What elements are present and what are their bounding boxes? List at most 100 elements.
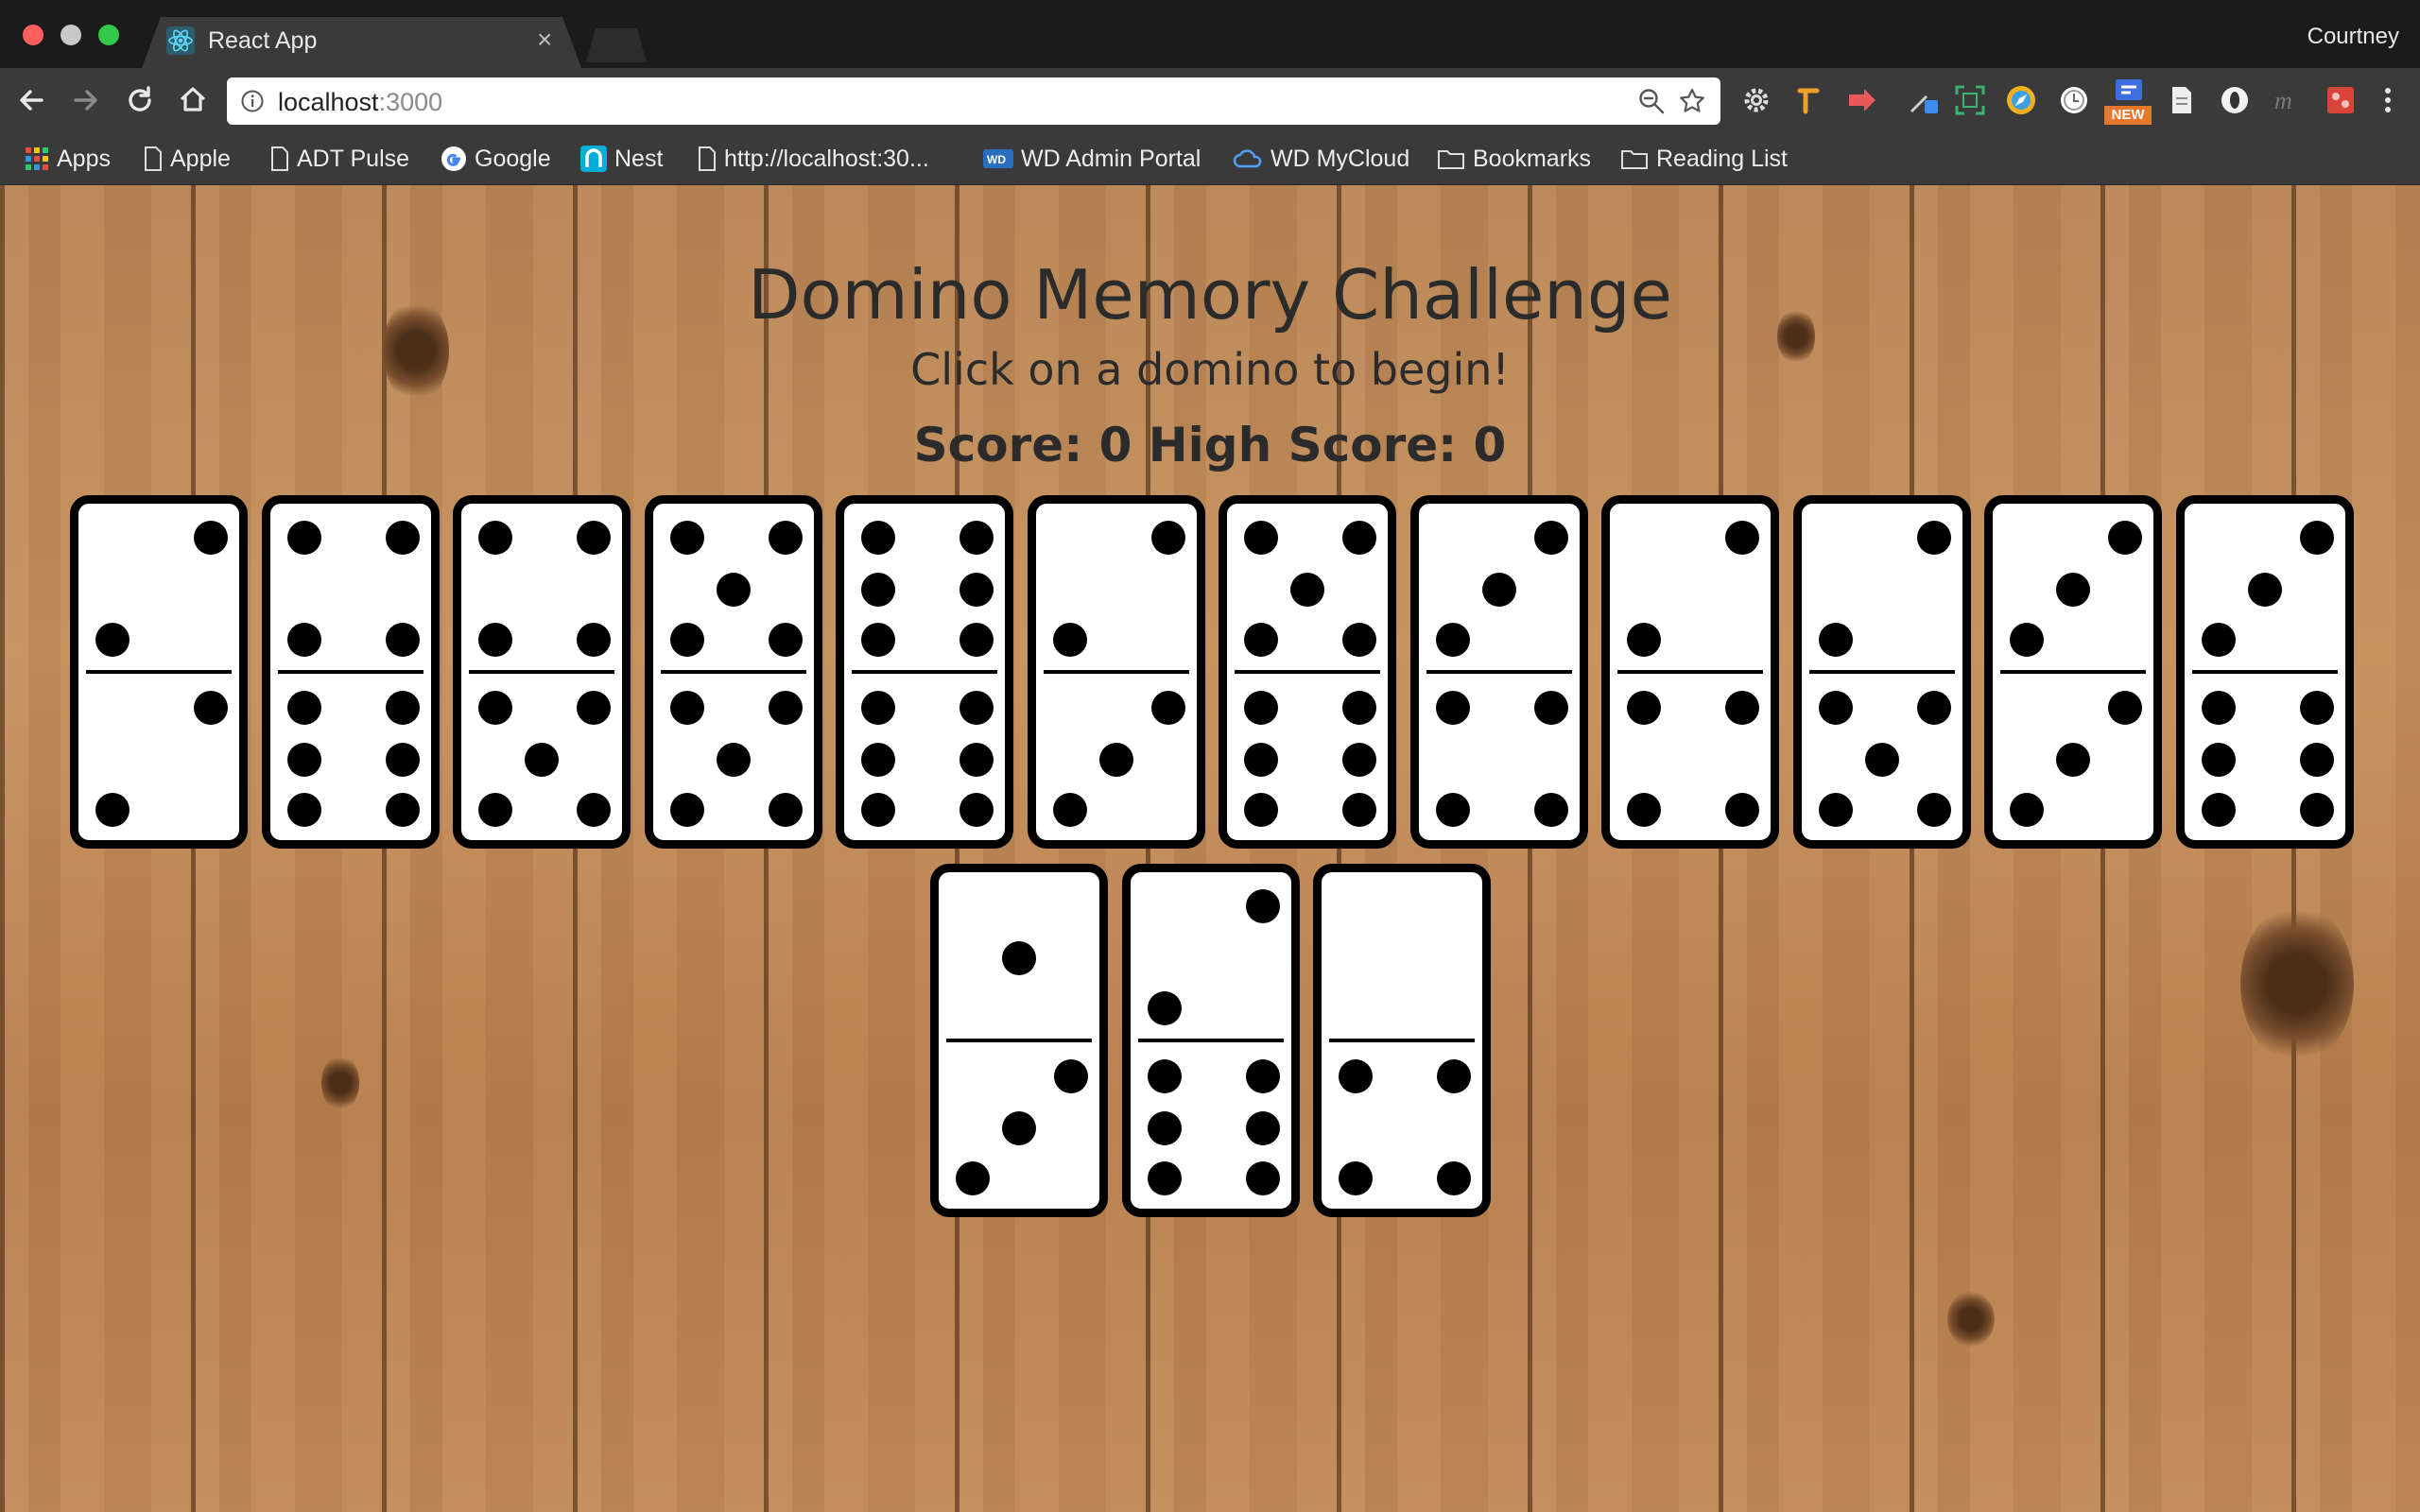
compass-extension-icon[interactable] [2004,83,2038,117]
domino-divider [1138,1039,1284,1042]
domino-pip-bottom [1246,1111,1280,1145]
bookmark-label: Bookmarks [1473,145,1592,172]
domino-pip-top [670,521,704,555]
domino-tile[interactable] [645,495,822,849]
domino-pip-bottom [670,691,704,725]
domino-pip-top [2202,623,2236,657]
bookmark-adt-pulse[interactable]: ADT Pulse [270,142,409,176]
domino-pip-top [1151,521,1185,555]
zoom-out-icon[interactable] [1637,87,1666,115]
url-text[interactable]: localhost:3000 [278,88,442,117]
domino-pip-bottom [1099,743,1133,777]
note-extension-icon[interactable] [2165,83,2199,117]
bookmark-wd-mycloud[interactable]: WD MyCloud [1233,142,1409,176]
eyedropper-extension-icon[interactable] [1906,83,1940,117]
domino-pip-bottom [1819,691,1853,725]
domino-pip-bottom [1342,743,1376,777]
domino-pip-bottom [956,1161,990,1195]
domino-tile[interactable] [1313,864,1491,1217]
domino-pip-top [1917,521,1951,555]
bookmark-nest[interactable]: Nest [580,142,663,176]
domino-tile[interactable] [453,495,631,849]
domino-pip-top [1002,941,1036,975]
domino-pip-bottom [769,793,803,827]
domino-tile[interactable] [1122,864,1300,1217]
tab-close-icon[interactable]: × [537,25,552,55]
domino-pip-top [287,623,321,657]
browser-tab[interactable]: React App × [142,17,581,68]
domino-divider [278,670,424,674]
domino-pip-top [1534,521,1568,555]
hammer-extension-icon[interactable] [1792,83,1826,117]
domino-pip-bottom [1437,1059,1471,1093]
gear-extension-icon[interactable] [1739,83,1773,117]
wood-knot [2240,903,2354,1064]
domino-pip-bottom [1148,1111,1182,1145]
domino-pip-bottom [1865,743,1899,777]
domino-tile[interactable] [836,495,1013,849]
clock-extension-icon[interactable] [2057,83,2091,117]
back-icon[interactable] [13,81,51,119]
instruction-text: Click on a domino to begin! [910,344,1510,395]
screenshot-extension-icon[interactable] [1953,83,1987,117]
domino-pip-bottom [1002,1111,1036,1145]
reload-icon[interactable] [121,81,159,119]
domino-tile[interactable] [1410,495,1588,849]
domino-tile[interactable] [1984,495,2162,849]
domino-tile[interactable] [1793,495,1971,849]
bookmark-apps[interactable]: Apps [25,142,111,176]
domino-tile[interactable] [930,864,1108,1217]
address-bar[interactable]: localhost:3000 [227,77,1720,125]
home-icon[interactable] [174,81,212,119]
domino-pip-bottom [2300,691,2334,725]
bookmark-folder-bookmarks[interactable]: Bookmarks [1437,142,1591,176]
domino-pip-top [194,521,228,555]
menu-kebab-icon[interactable] [2371,83,2405,117]
bookmark-folder-reading-list[interactable]: Reading List [1620,142,1788,176]
forward-icon[interactable] [66,81,104,119]
domino-pip-top [1053,623,1087,657]
circle-extension-icon[interactable] [2218,83,2252,117]
domino-divider [2192,670,2338,674]
domino-pip-top [1819,623,1853,657]
score-display: Score: 0 High Score: 0 [913,418,1507,472]
domino-pip-bottom [2056,743,2090,777]
domino-tile[interactable] [1219,495,1396,849]
domino-pip-bottom [1534,793,1568,827]
m-extension-icon[interactable]: m [2271,83,2305,117]
domino-pip-bottom [717,743,751,777]
arrow-extension-icon[interactable] [1845,83,1879,117]
bookmark-apple[interactable]: Apple [144,142,231,176]
domino-pip-top [670,623,704,657]
domino-face [86,521,232,827]
domino-pip-top [1244,521,1278,555]
zoom-window-button[interactable] [98,25,119,45]
bookmark-google[interactable]: Google [441,142,551,176]
domino-pip-top [1148,991,1182,1025]
domino-tile[interactable] [262,495,440,849]
info-icon[interactable] [240,89,265,113]
domino-pip-bottom [525,743,559,777]
folder-icon [1438,150,1464,169]
domino-pip-top [2010,623,2044,657]
domino-pip-bottom [1342,691,1376,725]
domino-tile[interactable] [1028,495,1205,849]
domino-face [2000,521,2146,827]
profile-name[interactable]: Courtney [2308,24,2399,50]
page-icon [271,146,288,171]
bookmark-star-icon[interactable] [1677,86,1707,116]
bookmark-localhost[interactable]: http://localhost:30... [698,142,929,176]
domino-divider [1809,670,1955,674]
domino-pip-bottom [861,691,895,725]
close-window-button[interactable] [23,25,43,45]
domino-tile[interactable] [70,495,248,849]
domino-tile[interactable] [2176,495,2354,849]
minimize-window-button[interactable] [60,25,81,45]
bookmark-wd-admin-portal[interactable]: WD WD Admin Portal [983,142,1201,176]
new-tab-button[interactable] [586,28,647,62]
domino-pip-bottom [1339,1059,1373,1093]
bookmark-label: Apple [170,145,231,172]
puzzle-extension-icon[interactable] [2324,83,2358,117]
page-viewport: Domino Memory Challenge Click on a domin… [0,185,2420,1512]
domino-tile[interactable] [1601,495,1779,849]
